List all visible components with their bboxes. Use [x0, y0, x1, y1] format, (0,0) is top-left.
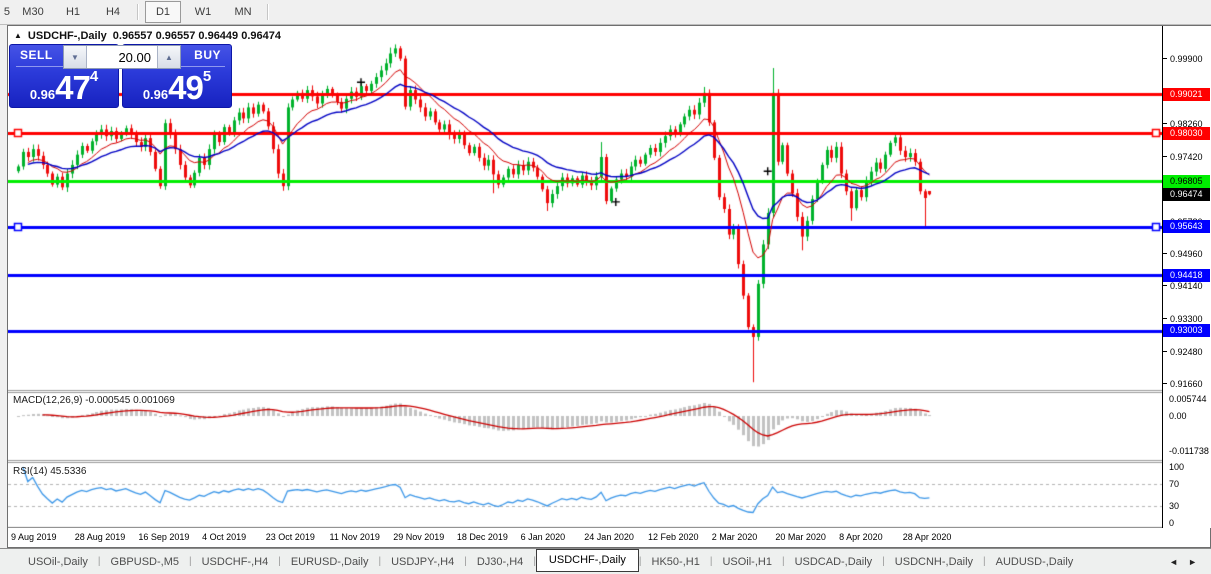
price-level-badge: 0.94418	[1163, 268, 1210, 282]
rsi-axis-0: 0	[1169, 518, 1175, 528]
chart-tab-dj30-h4[interactable]: DJ30-,H4	[467, 552, 533, 572]
tick-dash	[1163, 156, 1167, 158]
price-level-badge: 0.96474	[1163, 187, 1210, 201]
buy-price-prefix: 0.96	[142, 87, 169, 102]
buy-underline	[181, 66, 225, 67]
timeframe-button-mn[interactable]: MN	[225, 1, 261, 23]
buy-price-big: 49	[168, 69, 204, 106]
chart-title: ▲ USDCHF-,Daily 0.96557 0.96557 0.96449 …	[14, 30, 281, 42]
macd-axis-zero: 0.00	[1169, 411, 1187, 421]
macd-axis-max: 0.005744	[1169, 394, 1207, 404]
panel-collapse-icon[interactable]: ▲	[14, 31, 22, 40]
chevron-up-icon: ▲	[165, 52, 173, 62]
date-tick-label: 29 Nov 2019	[393, 532, 445, 542]
tick-dash	[1163, 318, 1167, 320]
price-tick-label: 0.97420	[1163, 152, 1211, 162]
tick-dash	[1163, 382, 1167, 384]
date-tick-label: 24 Jan 2020	[584, 532, 634, 542]
tick-dash	[1163, 252, 1167, 254]
sell-price: 0.96474	[10, 68, 118, 105]
chart-window: ▲ USDCHF-,Daily 0.96557 0.96557 0.96449 …	[7, 25, 1211, 548]
tab-scroll-left-icon[interactable]: ◄	[1169, 557, 1178, 567]
chart-tab-usdchf-daily[interactable]: USDCHF-,Daily	[535, 548, 639, 572]
price-tick-label: 0.93300	[1163, 314, 1211, 324]
timeframe-button-h4[interactable]: H4	[95, 1, 131, 23]
chart-tab-usdchf-h4[interactable]: USDCHF-,H4	[192, 552, 279, 572]
chart-tab-audusd-daily[interactable]: AUDUSD-,Daily	[986, 552, 1084, 572]
chart-tab-eurusd-daily[interactable]: EURUSD-,Daily	[281, 552, 379, 572]
tick-dash	[1163, 285, 1167, 287]
date-tick-label: 9 Aug 2019	[11, 532, 57, 542]
volume-decrease-button[interactable]: ▼	[64, 46, 87, 68]
timeframe-button-d1[interactable]: D1	[145, 1, 181, 23]
price-tick-label: 0.92480	[1163, 347, 1211, 357]
date-tick-label: 16 Sep 2019	[138, 532, 190, 542]
tabs-holder: USOil-,Daily | GBPUSD-,M5 | USDCHF-,H4 | EURUS…	[18, 548, 1084, 572]
sell-price-prefix: 0.96	[29, 87, 56, 102]
sell-button[interactable]: SELL	[20, 48, 53, 62]
sell-price-big: 47	[55, 69, 91, 106]
date-tick-label: 6 Jan 2020	[520, 532, 566, 542]
buy-price: 0.96495	[123, 68, 231, 105]
volume-input[interactable]	[87, 46, 157, 68]
date-tick-label: 20 Mar 2020	[775, 532, 826, 542]
date-tick-label: 18 Dec 2019	[456, 532, 508, 542]
date-axis[interactable]: 9 Aug 2019 28 Aug 2019 16 Sep 2019 4 Oct 20…	[8, 528, 1162, 547]
tick-dash	[1163, 58, 1167, 60]
date-tick-label: 23 Oct 2019	[265, 532, 315, 542]
price-tick-label: 0.91660	[1163, 379, 1211, 389]
rsi-label: RSI(14) 45.5336	[13, 466, 87, 477]
price-tick-label: 0.94960	[1163, 249, 1211, 259]
chevron-down-icon: ▼	[71, 52, 79, 62]
timeframe-button-h1[interactable]: H1	[55, 1, 91, 23]
rsi-axis-70: 70	[1169, 478, 1180, 489]
trading-terminal: 5 M30 H1 H4 D1 W1 MN ▲ USDCHF-,Daily 0.96557 0…	[0, 0, 1211, 574]
chart-tab-usoil-daily[interactable]: USOil-,Daily	[18, 552, 98, 572]
date-tick-label: 28 Apr 2020	[902, 532, 952, 542]
date-tick-label: 4 Oct 2019	[202, 532, 247, 542]
toolbar-separator	[267, 4, 269, 20]
price-tick-label: 0.99900	[1163, 54, 1211, 64]
price-tick-label: 0.94140	[1163, 281, 1211, 291]
rsi-axis-30: 30	[1169, 501, 1180, 512]
date-tick-label: 8 Apr 2020	[839, 532, 883, 542]
tick-dash	[1163, 350, 1167, 352]
sell-price-sup: 4	[89, 68, 99, 85]
tab-scroll-nav: ◄ ►	[1169, 557, 1197, 567]
date-tick-label: 28 Aug 2019	[74, 532, 126, 542]
date-tick-label: 11 Nov 2019	[329, 532, 380, 542]
price-level-badge: 0.99021	[1163, 87, 1210, 101]
timeframe-button-5[interactable]: 5	[0, 1, 11, 23]
price-level-badge: 0.95643	[1163, 220, 1210, 234]
chart-tab-hk50-h1[interactable]: HK50-,H1	[642, 552, 710, 572]
chart-symbol-label: USDCHF-,Daily	[27, 30, 107, 42]
tick-dash	[1163, 122, 1167, 124]
rsi-axis-100: 100	[1169, 462, 1185, 472]
volume-spinner: ▼ ▲	[63, 45, 181, 69]
timeframe-toolbar: 5 M30 H1 H4 D1 W1 MN	[0, 0, 1211, 25]
buy-button[interactable]: BUY	[194, 48, 221, 62]
chart-tab-usdcad-daily[interactable]: USDCAD-,Daily	[785, 552, 883, 572]
sell-underline	[16, 66, 68, 67]
chart-quote-ohlc: 0.96557 0.96557 0.96449 0.96474	[112, 30, 281, 42]
timeframe-button-w1[interactable]: W1	[185, 1, 221, 23]
one-click-trading-panel: SELL 0.96474 BUY 0.96495 ▼ ▲	[9, 44, 233, 110]
chart-tab-gbpusd-m5[interactable]: GBPUSD-,M5	[101, 552, 189, 572]
macd-axis-min: -0.011738	[1169, 445, 1209, 456]
chart-tab-usdcnh-daily[interactable]: USDCNH-,Daily	[885, 552, 983, 572]
date-tick-label: 12 Feb 2020	[648, 532, 699, 542]
volume-increase-button[interactable]: ▲	[157, 46, 180, 68]
chart-tab-usdjpy-h4[interactable]: USDJPY-,H4	[381, 552, 464, 572]
price-level-badge: 0.96805	[1163, 174, 1210, 188]
timeframe-button-m30[interactable]: M30	[15, 1, 51, 23]
toolbar-separator	[137, 4, 139, 20]
price-level-badge: 0.93003	[1163, 324, 1210, 338]
chart-tab-bar: USOil-,Daily | GBPUSD-,M5 | USDCHF-,H4 | EURUS…	[0, 548, 1211, 574]
buy-price-sup: 5	[202, 68, 212, 85]
date-tick-label: 2 Mar 2020	[711, 532, 758, 542]
tab-scroll-right-icon[interactable]: ►	[1188, 557, 1197, 567]
macd-label: MACD(12,26,9) -0.000545 0.001069	[13, 395, 175, 406]
price-level-badge: 0.98030	[1163, 126, 1210, 140]
chart-tab-usoil-h1[interactable]: USOil-,H1	[712, 552, 782, 572]
